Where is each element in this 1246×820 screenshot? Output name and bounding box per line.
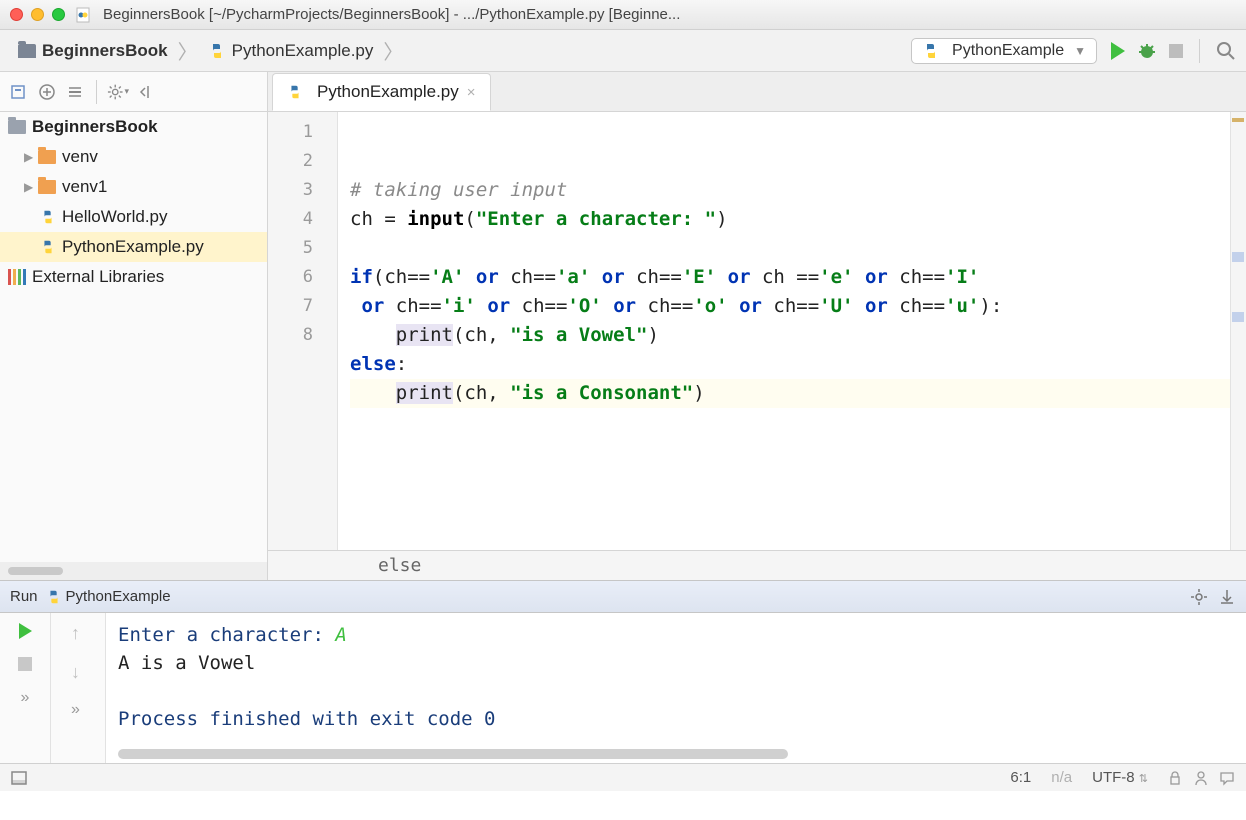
stop-run-button[interactable] xyxy=(18,657,32,671)
scroll-from-source-icon[interactable] xyxy=(8,81,30,103)
minimize-window-icon[interactable] xyxy=(31,8,44,21)
stop-button[interactable] xyxy=(1169,44,1183,58)
maximize-window-icon[interactable] xyxy=(52,8,65,21)
tree-project-root[interactable]: BeginnersBook xyxy=(0,112,267,142)
toolbar-actions xyxy=(1111,39,1236,63)
more-actions-icon[interactable]: » xyxy=(71,701,80,719)
breadcrumb-file[interactable]: PythonExample.py xyxy=(200,37,382,65)
tree-item-venv1[interactable]: ▶ venv1 xyxy=(0,172,267,202)
down-arrow-icon[interactable]: ↓ xyxy=(71,662,80,683)
editor-tab-pythonexample[interactable]: PythonExample.py × xyxy=(272,73,491,111)
libraries-icon xyxy=(8,269,26,285)
up-arrow-icon[interactable]: ↑ xyxy=(71,623,80,644)
window-titlebar: BeginnersBook [~/PycharmProjects/Beginne… xyxy=(0,0,1246,30)
rerun-button[interactable] xyxy=(19,623,32,639)
tree-item-venv[interactable]: ▶ venv xyxy=(0,142,267,172)
run-config-name: PythonExample xyxy=(952,42,1064,60)
lock-icon[interactable] xyxy=(1166,769,1184,787)
separator xyxy=(96,80,97,104)
separator xyxy=(1199,39,1200,63)
project-tree[interactable]: BeginnersBook ▶ venv ▶ venv1 HelloWorld.… xyxy=(0,112,267,562)
folder-icon xyxy=(8,120,26,134)
expand-arrow-icon[interactable]: ▶ xyxy=(24,150,38,164)
traffic-lights[interactable] xyxy=(10,8,65,21)
run-button[interactable] xyxy=(1111,42,1125,60)
hide-sidebar-icon[interactable] xyxy=(135,81,157,103)
tree-item-pythonexample[interactable]: PythonExample.py xyxy=(0,232,267,262)
code-viewport[interactable]: 12345678 # taking user inputch = input("… xyxy=(268,112,1246,550)
run-tool-window: Run PythonExample » ↑ ↓ » Enter a charac… xyxy=(0,580,1246,763)
run-header[interactable]: Run PythonExample xyxy=(0,581,1246,613)
run-config-label: PythonExample xyxy=(66,588,171,605)
cursor-position[interactable]: 6:1 xyxy=(1000,769,1041,786)
folder-icon xyxy=(38,180,56,194)
tree-project-label: BeginnersBook xyxy=(32,117,158,137)
chevron-right-icon: 〉 xyxy=(176,36,200,65)
run-header-label: Run xyxy=(10,588,38,605)
search-icon[interactable] xyxy=(1216,41,1236,61)
project-sidebar: ▾ BeginnersBook ▶ venv ▶ venv1 HelloWorl… xyxy=(0,72,268,580)
add-icon[interactable] xyxy=(36,81,58,103)
chevron-right-icon: 〉 xyxy=(381,36,405,65)
expand-arrow-icon[interactable]: ▶ xyxy=(24,180,38,194)
download-icon[interactable] xyxy=(1218,588,1236,606)
tree-item-label: venv xyxy=(62,147,98,167)
tree-item-label: venv1 xyxy=(62,177,107,197)
python-file-icon xyxy=(40,239,56,255)
console-scrollbar[interactable] xyxy=(118,749,1234,759)
breadcrumb-project[interactable]: BeginnersBook xyxy=(10,37,176,65)
debug-button[interactable] xyxy=(1137,41,1157,61)
tree-item-label: PythonExample.py xyxy=(62,237,204,257)
folder-icon xyxy=(18,44,36,58)
run-config-selector[interactable]: PythonExample ▼ xyxy=(911,38,1097,64)
run-body: » ↑ ↓ » Enter a character: AA is a Vowel… xyxy=(0,613,1246,763)
tool-window-toggle-icon[interactable] xyxy=(10,769,28,787)
run-gutter: » ↑ ↓ » xyxy=(0,613,106,763)
close-window-icon[interactable] xyxy=(10,8,23,21)
main-split: ▾ BeginnersBook ▶ venv ▶ venv1 HelloWorl… xyxy=(0,72,1246,580)
code-text[interactable]: # taking user inputch = input("Enter a c… xyxy=(338,112,1246,550)
editor-tabs: PythonExample.py × xyxy=(268,72,1246,112)
editor: PythonExample.py × 12345678 # taking use… xyxy=(268,72,1246,580)
editor-error-stripe[interactable] xyxy=(1230,112,1246,550)
sidebar-toolbar: ▾ xyxy=(0,72,267,112)
breadcrumb-file-label: PythonExample.py xyxy=(232,41,374,61)
file-encoding[interactable]: UTF-8 ⇅ xyxy=(1082,769,1158,786)
inspector-icon[interactable] xyxy=(1192,769,1210,787)
tree-item-label: HelloWorld.py xyxy=(62,207,168,227)
gear-icon[interactable]: ▾ xyxy=(107,81,129,103)
python-file-icon xyxy=(40,209,56,225)
chevron-down-icon: ▼ xyxy=(1074,44,1086,58)
window-title: BeginnersBook [~/PycharmProjects/Beginne… xyxy=(103,6,1236,23)
python-file-icon xyxy=(287,84,303,100)
collapse-all-icon[interactable] xyxy=(64,81,86,103)
navigation-bar: BeginnersBook 〉 PythonExample.py 〉 Pytho… xyxy=(0,30,1246,72)
editor-breadcrumb[interactable]: else xyxy=(268,550,1246,580)
pycharm-file-icon xyxy=(75,7,91,23)
python-file-icon xyxy=(208,42,226,60)
gear-icon[interactable] xyxy=(1190,588,1208,606)
feedback-icon[interactable] xyxy=(1218,769,1236,787)
editor-tab-label: PythonExample.py xyxy=(317,82,459,102)
status-bar: 6:1 n/a UTF-8 ⇅ xyxy=(0,763,1246,791)
close-tab-icon[interactable]: × xyxy=(467,84,476,101)
breadcrumb-project-label: BeginnersBook xyxy=(42,41,168,61)
line-separator[interactable]: n/a xyxy=(1041,769,1082,786)
python-icon xyxy=(922,42,940,60)
folder-icon xyxy=(38,150,56,164)
tree-external-libraries[interactable]: External Libraries xyxy=(0,262,267,292)
breadcrumb: BeginnersBook 〉 PythonExample.py 〉 xyxy=(10,36,911,65)
sidebar-scrollbar[interactable] xyxy=(0,562,267,580)
console-output[interactable]: Enter a character: AA is a Vowel Process… xyxy=(106,613,1246,763)
python-icon xyxy=(46,589,62,605)
editor-breadcrumb-item: else xyxy=(378,555,421,576)
tree-item-helloworld[interactable]: HelloWorld.py xyxy=(0,202,267,232)
tree-external-label: External Libraries xyxy=(32,267,164,287)
more-actions-icon[interactable]: » xyxy=(21,689,30,707)
line-gutter: 12345678 xyxy=(268,112,338,550)
